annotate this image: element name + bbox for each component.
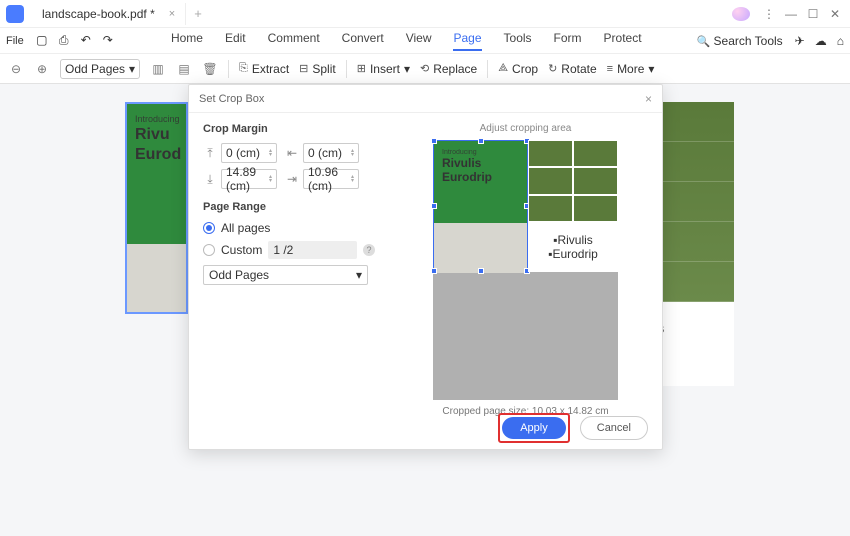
extract-button[interactable]: ⎘ Extract bbox=[239, 62, 289, 76]
right-margin-icon: ⇥ bbox=[285, 172, 299, 186]
zoom-out-icon[interactable]: ⊖ bbox=[8, 61, 24, 77]
titlebar: landscape-book.pdf * × + ⋮ — ☐ ✕ bbox=[0, 0, 850, 28]
top-margin-input[interactable]: 0 (cm)▴▾ bbox=[221, 143, 277, 163]
cloud-icon[interactable]: ☁ bbox=[815, 34, 827, 48]
preview-logo: ▪Rivulis▪Eurodrip bbox=[528, 222, 618, 272]
maximize-icon[interactable]: ☐ bbox=[804, 7, 822, 21]
page-toolbar: ⊖ ⊕ Odd Pages▾ ▥ ▤ 🗑 ⎘ Extract ⊟ Split ⊞… bbox=[0, 54, 850, 84]
replace-button[interactable]: ⟲ Replace bbox=[420, 62, 477, 76]
bottom-margin-input[interactable]: 14.89 (cm)▴▾ bbox=[221, 169, 277, 189]
crop-handle[interactable] bbox=[478, 138, 484, 144]
page-range-label: Page Range bbox=[203, 201, 375, 213]
page-thumbnail[interactable]: Introducing Rivu Eurod bbox=[125, 102, 188, 314]
crop-dialog: Set Crop Box × Crop Margin ⤒ 0 (cm)▴▾ ⇤ 0 … bbox=[188, 84, 663, 450]
crop-handle[interactable] bbox=[431, 138, 437, 144]
custom-range-input[interactable]: 1 /2 bbox=[268, 241, 357, 259]
chevron-down-icon: ▾ bbox=[129, 62, 135, 76]
custom-radio[interactable]: Custom1 /2? bbox=[203, 241, 375, 259]
cancel-button[interactable]: Cancel bbox=[580, 416, 648, 440]
crop-selection[interactable]: Introducing Rivulis Eurodrip bbox=[433, 140, 528, 272]
chevron-down-icon: ▾ bbox=[356, 268, 362, 282]
profile-orb[interactable] bbox=[732, 7, 750, 21]
menu-view[interactable]: View bbox=[406, 31, 432, 51]
apply-highlight: Apply bbox=[498, 413, 570, 443]
home-icon[interactable]: ⌂ bbox=[837, 34, 844, 48]
left-margin-icon: ⇤ bbox=[285, 146, 299, 160]
menu-home[interactable]: Home bbox=[171, 31, 203, 51]
canvas: Introducing Rivu Eurod ılis lrip Set Cro… bbox=[0, 84, 850, 536]
tab-close-icon[interactable]: × bbox=[169, 8, 175, 20]
crop-handle[interactable] bbox=[431, 268, 437, 274]
menu-comment[interactable]: Comment bbox=[268, 31, 320, 51]
crop-preview[interactable]: Introducing Rivulis Eurodrip bbox=[433, 140, 618, 400]
rotate-button[interactable]: ↻ Rotate bbox=[548, 62, 597, 76]
adjust-label: Adjust cropping area bbox=[401, 123, 650, 134]
search-tools[interactable]: 🔍 Search Tools bbox=[697, 34, 783, 48]
page-subset-select[interactable]: Odd Pages▾ bbox=[203, 265, 368, 285]
app-logo bbox=[6, 5, 24, 23]
undo-icon[interactable]: ↶ bbox=[78, 33, 94, 48]
left-margin-input[interactable]: 0 (cm)▴▾ bbox=[303, 143, 359, 163]
redo-icon[interactable]: ↷ bbox=[100, 33, 116, 48]
crop-handle[interactable] bbox=[431, 203, 437, 209]
menu-protect[interactable]: Protect bbox=[604, 31, 642, 51]
page-filter-select[interactable]: Odd Pages▾ bbox=[60, 59, 140, 79]
kebab-icon[interactable]: ⋮ bbox=[760, 7, 778, 21]
close-icon[interactable]: ✕ bbox=[826, 7, 844, 21]
document-tab[interactable]: landscape-book.pdf * × bbox=[32, 3, 186, 25]
menubar: File ▢ ⎙ ↶ ↷ Home Edit Comment Convert V… bbox=[0, 28, 850, 54]
menu-form[interactable]: Form bbox=[554, 31, 582, 51]
crop-button[interactable]: ⟁ Crop bbox=[498, 62, 538, 76]
menu-edit[interactable]: Edit bbox=[225, 31, 246, 51]
quick-actions: ▢ ⎙ ↶ ↷ bbox=[34, 33, 116, 48]
dialog-close-icon[interactable]: × bbox=[645, 92, 652, 106]
tab-title: landscape-book.pdf * bbox=[42, 7, 155, 21]
thumb1-icon[interactable]: ▥ bbox=[150, 61, 166, 77]
save-icon[interactable]: ▢ bbox=[34, 33, 50, 48]
apply-button[interactable]: Apply bbox=[502, 417, 566, 439]
more-button[interactable]: ≡ More ▾ bbox=[607, 62, 655, 76]
file-menu[interactable]: File bbox=[6, 35, 24, 47]
crop-handle[interactable] bbox=[478, 268, 484, 274]
new-tab-button[interactable]: + bbox=[194, 6, 202, 21]
bottom-margin-icon: ⤓ bbox=[203, 172, 217, 186]
menu-tools[interactable]: Tools bbox=[504, 31, 532, 51]
insert-button[interactable]: ⊞ Insert ▾ bbox=[357, 62, 410, 76]
dialog-title: Set Crop Box bbox=[199, 93, 264, 105]
thumb2-icon[interactable]: ▤ bbox=[176, 61, 192, 77]
top-margin-icon: ⤒ bbox=[203, 146, 217, 160]
right-margin-input[interactable]: 10.96 (cm)▴▾ bbox=[303, 169, 359, 189]
main-menu: Home Edit Comment Convert View Page Tool… bbox=[171, 31, 642, 51]
split-button[interactable]: ⊟ Split bbox=[299, 62, 336, 76]
crop-margin-label: Crop Margin bbox=[203, 123, 375, 135]
print-icon[interactable]: ⎙ bbox=[56, 33, 72, 48]
delete-icon[interactable]: 🗑 bbox=[202, 61, 218, 77]
menu-convert[interactable]: Convert bbox=[342, 31, 384, 51]
menu-page[interactable]: Page bbox=[453, 31, 481, 51]
help-icon[interactable]: ? bbox=[363, 244, 375, 256]
all-pages-radio[interactable]: All pages bbox=[203, 221, 375, 235]
zoom-in-icon[interactable]: ⊕ bbox=[34, 61, 50, 77]
send-icon[interactable]: ✈ bbox=[795, 34, 805, 48]
minimize-icon[interactable]: — bbox=[782, 7, 800, 21]
